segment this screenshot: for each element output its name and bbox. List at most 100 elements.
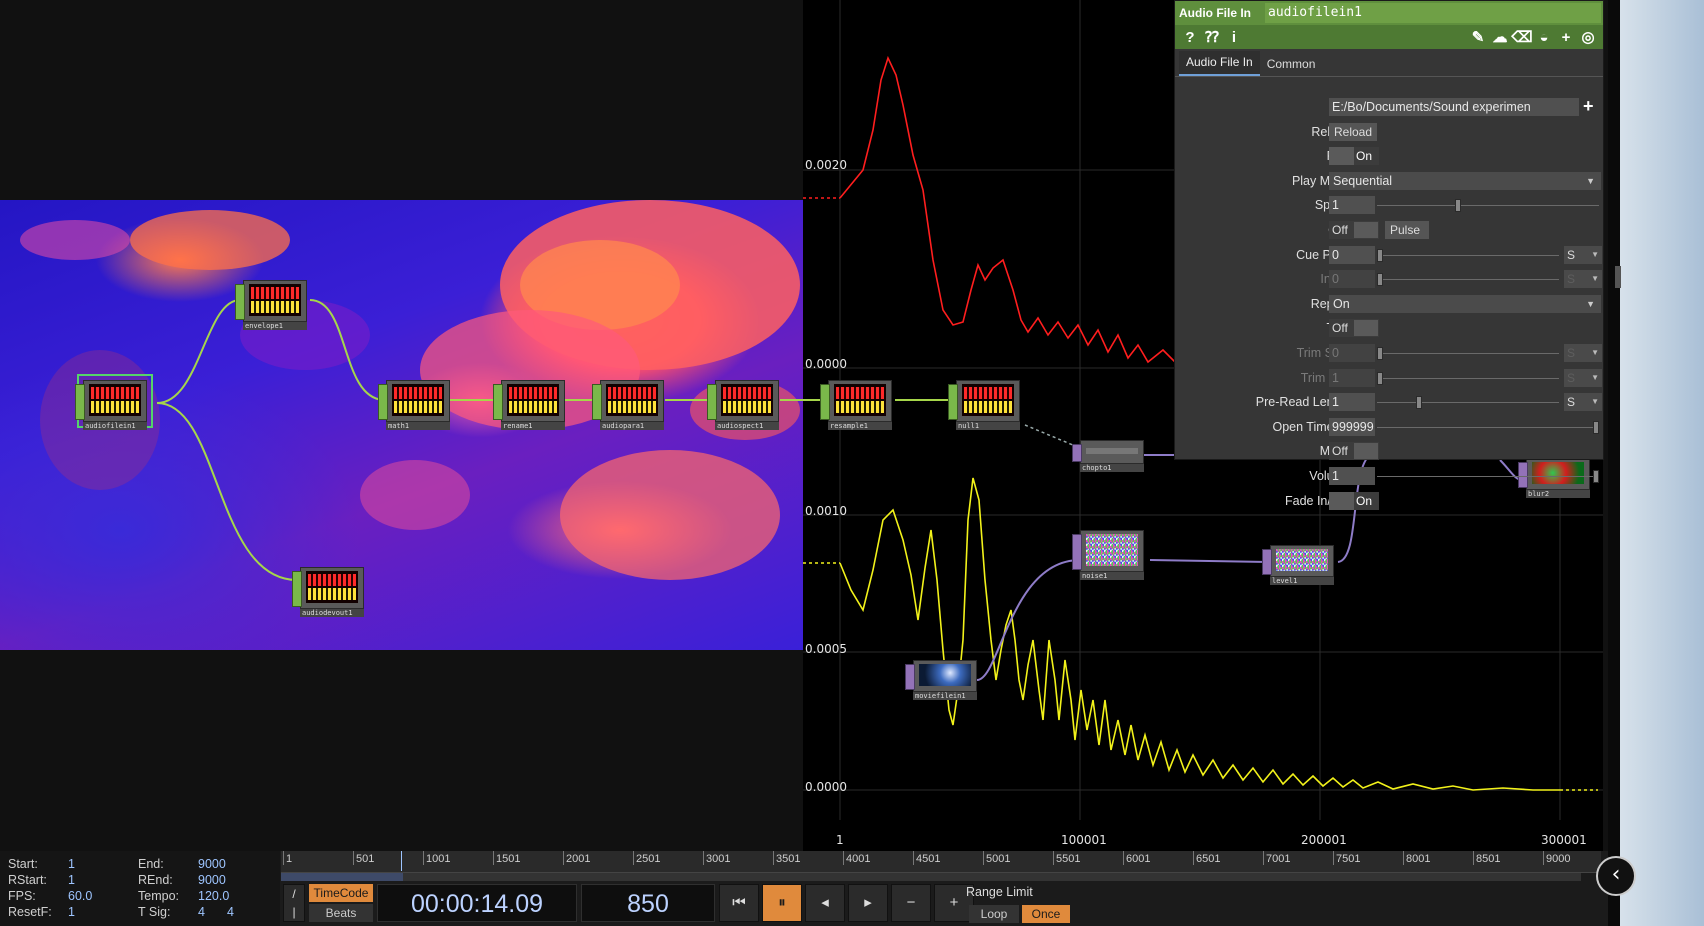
- node-audiopara[interactable]: audiopara1: [592, 380, 664, 430]
- pause-button[interactable]: ⏸: [762, 884, 802, 922]
- node-envelope[interactable]: envelope1: [235, 280, 307, 330]
- param-slider-knob[interactable]: [1454, 199, 1461, 213]
- param-menu[interactable]: On: [1329, 294, 1601, 313]
- param-slider-track[interactable]: [1377, 402, 1559, 404]
- param-slider-track[interactable]: [1377, 476, 1599, 477]
- network-editor[interactable]: 0.0020 0.0000 0.0010 0.0005 0.0000 1 100…: [0, 0, 1608, 851]
- pulse-button[interactable]: Pulse: [1385, 221, 1429, 239]
- param-toggle[interactable]: Off: [1329, 319, 1379, 338]
- reload-button[interactable]: Reload: [1329, 122, 1378, 141]
- stat-end[interactable]: End: 9000: [138, 857, 226, 871]
- timeline-ruler[interactable]: 1 501 1001 1501 2001 2501 3001 3501 4001 4501 5001…: [281, 851, 1601, 873]
- param-toggle[interactable]: On: [1329, 491, 1379, 510]
- stat-resetf[interactable]: ResetF: 1: [8, 905, 75, 919]
- param-toggle[interactable]: On: [1329, 147, 1379, 166]
- param-slider-track[interactable]: [1377, 205, 1599, 207]
- file-browse-icon[interactable]: +: [1583, 96, 1594, 117]
- param-slider-track[interactable]: [1377, 377, 1559, 379]
- collapse-panel-button[interactable]: ‹: [1596, 856, 1636, 896]
- ruler-tick-line: [493, 851, 494, 865]
- ruler-tick-label: 501: [356, 853, 375, 865]
- node-audiodevout[interactable]: audiodevout1: [292, 567, 364, 617]
- comment-icon[interactable]: ☁: [1489, 28, 1511, 46]
- param-row: ReloadReload: [1175, 122, 1605, 142]
- param-value-field[interactable]: 1: [1329, 467, 1375, 485]
- param-toggle[interactable]: Off: [1329, 221, 1379, 239]
- stat-fps[interactable]: FPS: 60.0: [8, 889, 92, 903]
- python-icon[interactable]: ◒: [1533, 29, 1555, 46]
- param-toggle[interactable]: Off: [1329, 442, 1379, 461]
- node-chopto[interactable]: chopto1: [1072, 440, 1144, 474]
- target-icon[interactable]: ◎: [1577, 28, 1599, 46]
- scrollbar-handle[interactable]: [1615, 266, 1621, 288]
- node-moviefilein[interactable]: moviefilein1: [905, 660, 977, 702]
- node-audiospect[interactable]: audiospect1: [707, 380, 779, 430]
- timecode-mode-button[interactable]: TimeCode: [309, 884, 373, 902]
- unit-menu[interactable]: S: [1564, 368, 1602, 387]
- unit-menu[interactable]: S: [1564, 270, 1602, 289]
- stat-tempo[interactable]: Tempo: 120.0: [138, 889, 229, 903]
- param-value-field[interactable]: 1: [1329, 368, 1375, 387]
- stat-start[interactable]: Start: 1: [8, 857, 75, 871]
- unit-menu[interactable]: S: [1564, 393, 1602, 412]
- stat-rstart[interactable]: RStart: 1: [8, 873, 75, 887]
- help-icon[interactable]: ?: [1179, 29, 1201, 46]
- step-back-button[interactable]: ◂: [805, 884, 845, 922]
- param-slider-knob[interactable]: [1377, 248, 1383, 262]
- param-value-field[interactable]: 999999: [1329, 417, 1375, 436]
- timeline-progress-bar[interactable]: [281, 873, 1581, 881]
- playhead[interactable]: [401, 851, 403, 871]
- param-slider-track[interactable]: [1377, 426, 1599, 428]
- node-noise[interactable]: noise1: [1072, 530, 1144, 580]
- param-slider-knob[interactable]: [1593, 420, 1599, 434]
- stat-tsig[interactable]: T Sig: 4 4: [138, 905, 234, 919]
- param-menu[interactable]: Sequential: [1329, 171, 1601, 190]
- param-value-field[interactable]: 0: [1329, 344, 1375, 362]
- info-icon[interactable]: i: [1223, 29, 1245, 46]
- param-value-field[interactable]: 1: [1329, 196, 1375, 215]
- node-null[interactable]: null1: [948, 380, 1020, 430]
- ruler-tick-label: 4001: [846, 853, 871, 865]
- chevron-left-icon: ‹: [1611, 862, 1621, 887]
- param-slider-track[interactable]: [1377, 353, 1559, 354]
- slower-button[interactable]: −: [891, 884, 931, 922]
- node-resample[interactable]: resample1: [820, 380, 892, 430]
- play-forward-button[interactable]: ▸: [848, 884, 888, 922]
- param-value-field[interactable]: 0: [1329, 245, 1375, 264]
- node-math[interactable]: math1: [378, 380, 450, 430]
- parameter-iconbar: ? ⁇ i ✎ ☁ ⌫ ◒ + ◎: [1175, 25, 1603, 49]
- pencil-icon[interactable]: ✎: [1467, 28, 1489, 46]
- loop-button[interactable]: Loop: [969, 905, 1019, 923]
- node-rename[interactable]: rename1: [493, 380, 565, 430]
- param-slider-knob[interactable]: [1377, 371, 1383, 385]
- param-value-field[interactable]: 0: [1329, 270, 1375, 289]
- tab-audio-file-in[interactable]: Audio File In: [1179, 51, 1260, 76]
- toggle-off-segment: Off: [1332, 321, 1348, 336]
- param-slider-knob[interactable]: [1415, 396, 1422, 410]
- timecode-display[interactable]: 00:00:14.09: [377, 884, 577, 922]
- rewind-button[interactable]: ⏮: [719, 884, 759, 922]
- stat-rend[interactable]: REnd: 9000: [138, 873, 226, 887]
- param-row: Cue Point 0 S: [1175, 245, 1605, 265]
- ruler-tick-line: [563, 851, 564, 865]
- operator-name-field[interactable]: audiofilein1: [1265, 3, 1601, 23]
- file-path-field[interactable]: E:/Bo/Documents/Sound experimen: [1329, 98, 1579, 116]
- eraser-icon[interactable]: ⌫: [1511, 28, 1533, 46]
- add-icon[interactable]: +: [1555, 29, 1577, 46]
- beats-mode-button[interactable]: Beats: [309, 904, 373, 922]
- unit-menu[interactable]: S: [1564, 344, 1602, 362]
- timeline-slash-button[interactable]: / |: [283, 884, 305, 922]
- once-button[interactable]: Once: [1022, 905, 1070, 923]
- param-slider-knob[interactable]: [1377, 273, 1383, 287]
- tab-common[interactable]: Common: [1260, 53, 1323, 76]
- param-slider-track[interactable]: [1377, 254, 1559, 256]
- param-slider-knob[interactable]: [1593, 470, 1599, 483]
- node-audiofilein[interactable]: audiofilein1: [75, 374, 153, 430]
- python-help-icon[interactable]: ⁇: [1201, 28, 1223, 46]
- node-level[interactable]: level1: [1262, 545, 1334, 587]
- param-slider-track[interactable]: [1377, 279, 1559, 281]
- param-slider-knob[interactable]: [1377, 347, 1383, 360]
- param-value-field[interactable]: 1: [1329, 393, 1375, 412]
- frame-display[interactable]: 850: [581, 884, 715, 922]
- unit-menu[interactable]: S: [1564, 245, 1602, 264]
